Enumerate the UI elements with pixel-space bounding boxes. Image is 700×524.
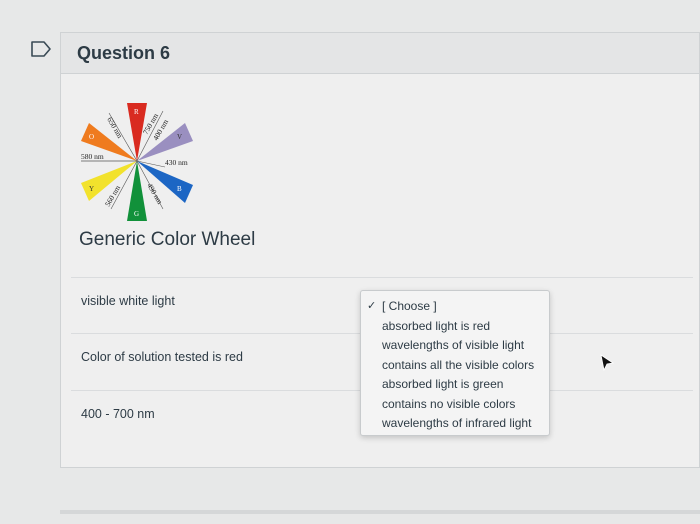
dropdown-option[interactable]: absorbed light is green	[361, 375, 549, 395]
label-490nm: 490 nm	[145, 182, 164, 206]
dropdown-option[interactable]: wavelengths of visible light	[361, 336, 549, 356]
svg-text:R: R	[134, 108, 139, 116]
dropdown-option-choose[interactable]: ✓ [ Choose ]	[361, 297, 549, 317]
checkmark-icon: ✓	[367, 300, 377, 312]
color-wheel-image: R V B G Y O 650 nm 750 nm 400 nm 580 nm …	[81, 103, 193, 221]
mouse-cursor-icon	[600, 354, 614, 372]
label-560nm: 560 nm	[103, 184, 122, 208]
match-prompt: visible white light	[81, 294, 175, 308]
label-430nm: 430 nm	[165, 158, 188, 167]
dropdown-option[interactable]: contains all the visible colors	[361, 356, 549, 376]
svg-text:O: O	[89, 133, 94, 141]
question-title: Question 6	[77, 42, 171, 63]
answer-dropdown-menu[interactable]: ✓ [ Choose ] absorbed light is red wavel…	[360, 290, 550, 436]
svg-text:G: G	[134, 210, 139, 218]
svg-text:Y: Y	[89, 185, 94, 193]
flag-icon[interactable]	[30, 40, 52, 58]
dropdown-option[interactable]: absorbed light is red	[361, 317, 549, 337]
svg-text:B: B	[177, 185, 182, 193]
match-prompt: 400 - 700 nm	[81, 407, 155, 421]
wheel-blue-segment	[137, 161, 193, 203]
wheel-caption: Generic Color Wheel	[79, 229, 256, 250]
question-header: Question 6	[61, 33, 699, 74]
label-650nm: 650 nm	[105, 116, 124, 140]
dropdown-option[interactable]: contains no visible colors	[361, 395, 549, 415]
match-prompt: Color of solution tested is red	[81, 350, 243, 364]
dropdown-option[interactable]: wavelengths of infrared light	[361, 414, 549, 434]
label-580nm: 580 nm	[81, 152, 104, 161]
bottom-divider	[60, 510, 700, 514]
svg-text:V: V	[177, 133, 182, 141]
